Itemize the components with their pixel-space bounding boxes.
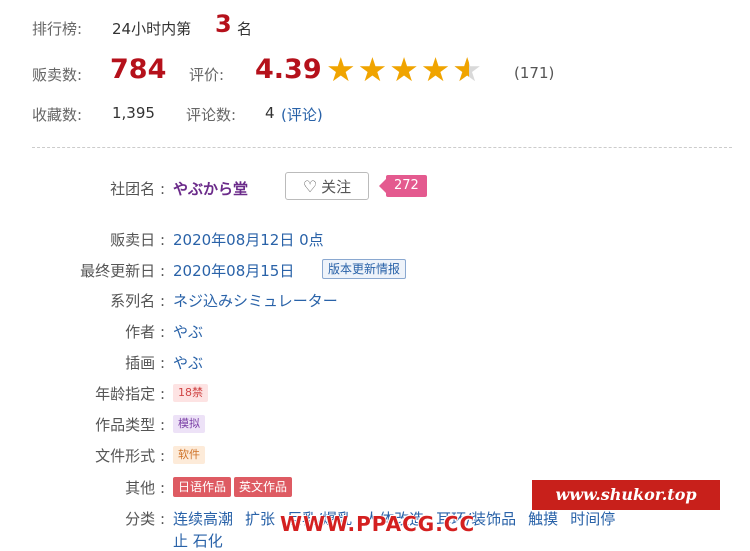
rating-stars: ★★★★★ <box>326 50 484 89</box>
genre-overflow[interactable]: 止 石化 <box>173 530 223 551</box>
series-value[interactable]: ネジ込みシミュレーター <box>173 290 338 311</box>
rating-value: 4.39 <box>255 54 322 85</box>
other-label: 其他 : <box>125 479 165 497</box>
updated-value: 2020年08月15日 <box>173 262 295 280</box>
star-icon: ★ <box>357 50 390 89</box>
circle-label: 社团名 : <box>110 180 165 198</box>
sales-value: 784 <box>110 54 167 85</box>
updated-label: 最终更新日 : <box>80 262 165 280</box>
author-value[interactable]: やぶ <box>173 321 203 342</box>
other-tags: 日语作品 英文作品 <box>173 476 295 497</box>
rank-prefix: 24小时内第 <box>112 20 192 38</box>
watermark-ppacg: WWW.PPACG.CC <box>280 512 476 536</box>
star-icon: ★ <box>420 50 453 89</box>
age-tag[interactable]: 18禁 <box>173 384 208 402</box>
genre-link[interactable]: 触摸 <box>528 510 558 528</box>
review-link[interactable]: (评论) <box>281 104 323 125</box>
release-label: 贩卖日 : <box>110 231 165 249</box>
illustrator-label: 插画 : <box>125 354 165 372</box>
star-icon: ★ <box>389 50 421 89</box>
sales-label: 贩卖数: <box>32 66 83 84</box>
author-label: 作者 : <box>125 323 165 341</box>
format-tag[interactable]: 软件 <box>173 446 205 464</box>
star-icon: ★ <box>326 50 358 89</box>
rank-suffix: 名 <box>237 20 253 38</box>
genre-label: 分类 : <box>125 510 165 528</box>
review-label: 评论数: <box>186 106 237 124</box>
age-label: 年龄指定 : <box>95 385 165 403</box>
rank-number: 3 <box>215 10 232 38</box>
circle-name[interactable]: やぶから堂 <box>173 178 248 199</box>
follow-count: 272 <box>379 175 427 197</box>
heart-icon: ♡ <box>302 176 318 196</box>
update-info-tag[interactable]: 版本更新情报 <box>322 259 407 279</box>
type-tag[interactable]: 模拟 <box>173 415 205 433</box>
follow-label: 关注 <box>321 177 352 196</box>
half-star-icon: ★ <box>452 50 484 89</box>
other-tag[interactable]: 日语作品 <box>173 477 232 497</box>
fav-label: 收藏数: <box>32 106 83 124</box>
series-label: 系列名 : <box>110 292 165 310</box>
illustrator-value[interactable]: やぶ <box>173 352 203 373</box>
type-label: 作品类型 : <box>95 416 165 434</box>
rating-count: (171) <box>514 64 555 82</box>
review-value: 4 <box>265 104 275 122</box>
genre-link[interactable]: 连续高潮 <box>173 510 233 528</box>
follow-button[interactable]: ♡ 关注 <box>285 172 369 200</box>
other-tag[interactable]: 英文作品 <box>234 477 293 497</box>
format-label: 文件形式 : <box>95 447 165 465</box>
genre-link[interactable]: 时间停 <box>570 510 615 528</box>
rank-label: 排行榜: <box>32 20 83 38</box>
release-value[interactable]: 2020年08月12日 0点 <box>173 229 324 250</box>
genre-link[interactable]: 扩张 <box>245 510 275 528</box>
watermark-shukor: www.shukor.top <box>532 480 720 510</box>
fav-value: 1,395 <box>112 104 155 122</box>
divider <box>32 147 732 148</box>
rating-label: 评价: <box>189 66 225 84</box>
